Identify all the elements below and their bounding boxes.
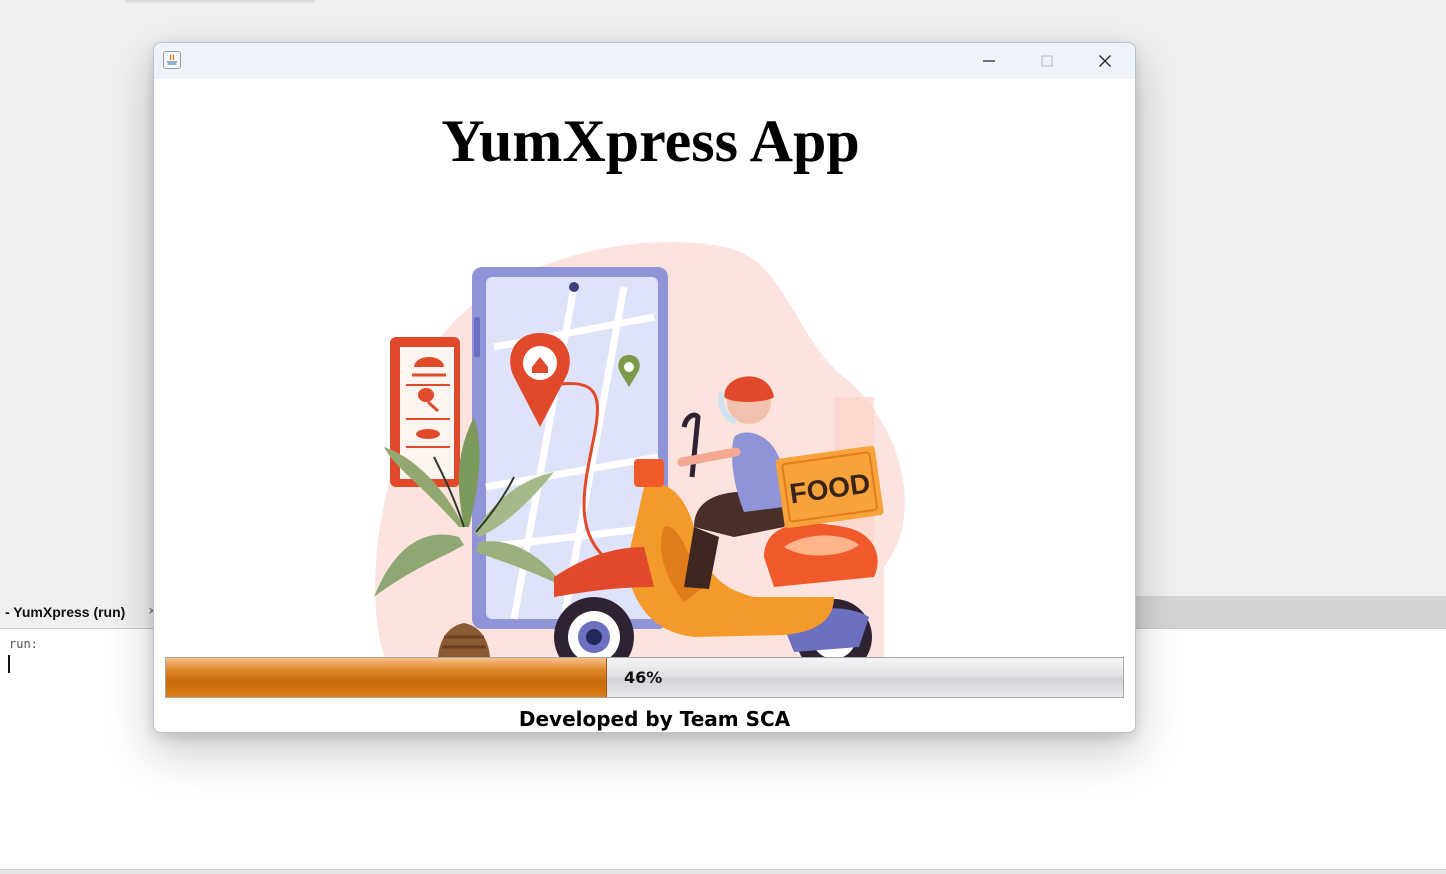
console-caret	[8, 655, 10, 673]
developer-credit: Developed by Team SCA	[518, 707, 791, 731]
close-button[interactable]	[1076, 43, 1134, 79]
progress-percent-label: 46%	[624, 668, 663, 687]
delivery-scooter-illustration: FOOD	[374, 241, 905, 679]
console-output-text: run:	[9, 637, 38, 651]
java-app-icon	[163, 51, 181, 69]
splash-content: YumXpress App FOOD 46% Developed by Team…	[154, 79, 1135, 732]
splash-window: YumXpress App FOOD 46% Developed by Team…	[153, 42, 1136, 733]
app-title: YumXpress App	[441, 108, 860, 174]
loading-progress-bar: 46%	[165, 657, 1124, 698]
output-tab-label: - YumXpress (run)	[5, 604, 126, 620]
minimize-icon	[983, 60, 995, 62]
progress-fill	[166, 658, 608, 697]
window-titlebar[interactable]	[154, 43, 1135, 79]
output-tab-yumxpress-run[interactable]: - YumXpress (run) ×	[0, 596, 158, 628]
ide-toolbar-shadow	[125, 0, 315, 4]
ide-status-bar	[0, 869, 1446, 874]
maximize-icon	[1041, 55, 1053, 67]
maximize-button[interactable]	[1018, 43, 1076, 79]
close-icon	[1099, 55, 1111, 67]
minimize-button[interactable]	[960, 43, 1018, 79]
